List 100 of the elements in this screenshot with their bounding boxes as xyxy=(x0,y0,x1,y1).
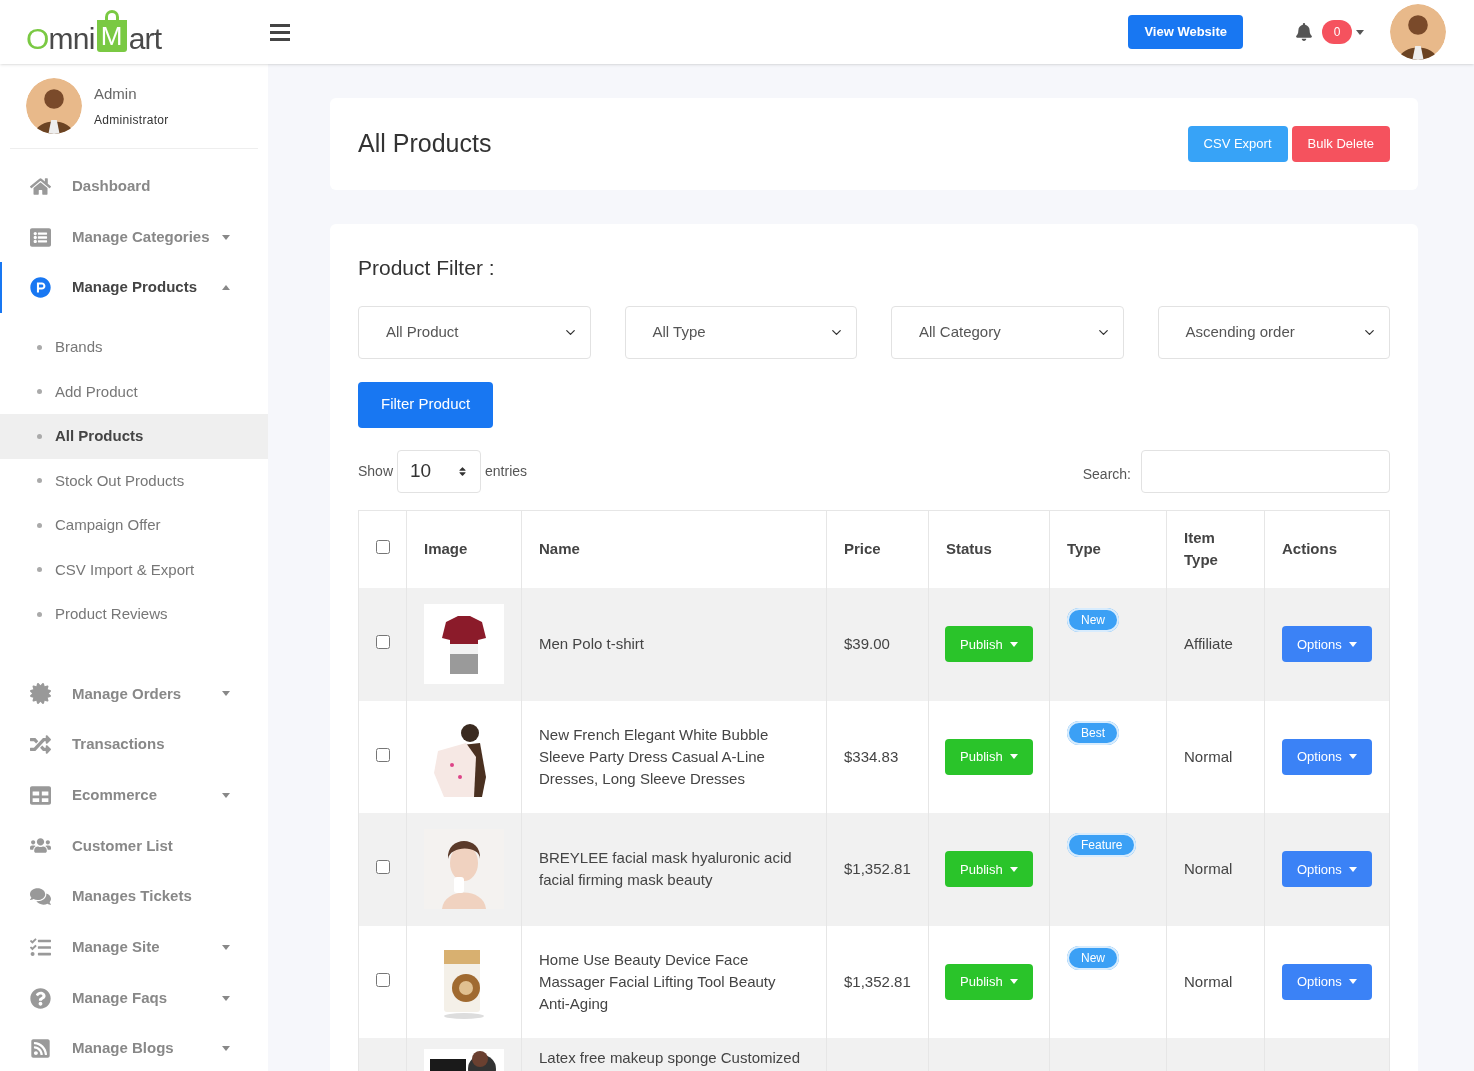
sidebar-item[interactable]: Manage Blogs xyxy=(0,1023,268,1071)
product-name: Men Polo t-shirt xyxy=(539,634,646,655)
sidebar-item[interactable]: Manages Tickets xyxy=(0,871,268,922)
logo-bag: M xyxy=(96,10,127,52)
list-icon xyxy=(30,226,51,248)
entries-label: entries xyxy=(485,461,528,481)
submenu-item[interactable]: Add Product xyxy=(0,369,268,415)
page-size-select[interactable]: 10 xyxy=(397,449,482,493)
options-dropdown[interactable]: Options xyxy=(1282,851,1372,888)
submenu-item[interactable]: All Products xyxy=(0,414,268,459)
select-all-checkbox[interactable] xyxy=(375,540,390,554)
column-header: Actions xyxy=(1282,539,1337,559)
submenu-item[interactable]: Stock Out Products xyxy=(0,458,268,504)
caret-icon xyxy=(1009,754,1018,760)
sidebar-item[interactable]: Manage Faqs xyxy=(0,972,268,1024)
caret-icon xyxy=(1348,754,1357,760)
product-name: Latex free makeup sponge Customized xyxy=(539,1048,801,1068)
status-dropdown[interactable]: Publish xyxy=(945,626,1033,663)
caret-icon xyxy=(222,285,230,291)
product-price: $334.83 xyxy=(844,747,899,765)
caret-icon xyxy=(1348,866,1357,872)
user-role: Administrator xyxy=(94,112,169,130)
sidebar-item[interactable]: Manage Orders xyxy=(0,668,268,720)
type-badge: Best xyxy=(1067,720,1119,745)
type-badge: Feature xyxy=(1067,833,1137,857)
caret-icon xyxy=(1356,29,1364,35)
options-dropdown[interactable]: Options xyxy=(1282,626,1372,663)
user-name: Admin xyxy=(94,83,138,104)
row-checkbox[interactable] xyxy=(375,635,390,649)
sidebar-item[interactable]: Dashboard xyxy=(0,161,268,212)
caret-icon xyxy=(222,691,230,697)
status-dropdown[interactable]: Publish xyxy=(945,963,1033,1000)
filter-title: Product Filter : xyxy=(358,255,496,281)
column-header: Image xyxy=(424,539,468,559)
options-dropdown[interactable]: Options xyxy=(1282,738,1372,775)
product-price: $39.00 xyxy=(844,635,890,652)
row-checkbox[interactable] xyxy=(375,972,390,987)
submenu-item[interactable]: Campaign Offer xyxy=(0,503,268,548)
submenu-item[interactable]: CSV Import & Export xyxy=(0,547,268,593)
product-name: Home Use Beauty Device Face Massager Facial Lifting Tool Beauty Anti-Aging xyxy=(539,949,777,1014)
column-header: Name xyxy=(539,539,580,559)
filter-select[interactable]: All Type xyxy=(624,305,857,359)
product-name: BREYLEE facial mask hyaluronic acid facial firming mask beauty xyxy=(539,848,793,891)
caret-icon xyxy=(222,792,230,798)
avatar xyxy=(1390,4,1446,60)
caret-icon xyxy=(1348,641,1357,647)
product-name: New French Elegant White Bubble Sleeve Party Dress Casual A-Line Dresses, Long Sleeve Dresses xyxy=(539,724,770,789)
sidebar-item[interactable]: Customer List xyxy=(0,820,268,872)
item-type: Normal xyxy=(1184,747,1233,765)
logo-text: art xyxy=(128,24,162,54)
checklist-icon xyxy=(30,936,51,958)
table-icon xyxy=(30,784,51,806)
sidebar-item[interactable]: Manage Site xyxy=(0,922,268,973)
caret-icon xyxy=(1348,979,1357,985)
options-dropdown[interactable]: Options xyxy=(1282,963,1372,1000)
type-badge: New xyxy=(1067,608,1119,632)
caret-icon xyxy=(222,234,230,240)
shuffle-icon xyxy=(30,734,51,756)
caret-icon xyxy=(222,944,230,950)
logo-text: mni xyxy=(48,24,95,54)
caret-icon xyxy=(222,1046,230,1052)
column-header: Item Type xyxy=(1184,528,1219,570)
home-icon xyxy=(30,175,51,197)
filter-product-button[interactable]: Filter Product xyxy=(358,381,494,428)
notification-icon[interactable] xyxy=(1295,23,1313,41)
sidebar-item[interactable]: Transactions xyxy=(0,719,268,770)
caret-icon xyxy=(1009,979,1018,985)
sort-icon xyxy=(457,465,469,477)
product-price: $1,352.81 xyxy=(844,972,911,990)
logo-text: O xyxy=(26,24,49,54)
submenu-item[interactable]: Brands xyxy=(0,325,268,370)
search-field[interactable] xyxy=(1141,449,1390,493)
filter-select[interactable]: All Product xyxy=(358,305,591,359)
question-icon xyxy=(30,987,51,1009)
menu-icon[interactable] xyxy=(270,23,290,41)
notification-count[interactable]: 0 xyxy=(1322,20,1352,44)
column-header: Price xyxy=(844,539,881,559)
column-header: Status xyxy=(946,539,992,559)
avatar xyxy=(26,78,82,134)
status-dropdown[interactable]: Publish xyxy=(945,738,1033,775)
item-type: Normal xyxy=(1184,860,1233,877)
filter-select[interactable]: All Category xyxy=(891,305,1124,359)
row-checkbox[interactable] xyxy=(375,860,390,874)
filter-select[interactable]: Ascending order xyxy=(1157,305,1390,359)
csv-export-button[interactable]: CSV Export xyxy=(1187,126,1288,162)
caret-icon xyxy=(222,995,230,1001)
view-website-button[interactable]: View Website xyxy=(1128,15,1243,49)
type-badge: New xyxy=(1067,945,1119,970)
item-type: Affiliate xyxy=(1184,635,1233,652)
sidebar-item[interactable]: Manage Categories xyxy=(0,211,268,263)
submenu-item[interactable]: Product Reviews xyxy=(0,592,268,637)
caret-icon xyxy=(1009,866,1018,872)
bulk-delete-button[interactable]: Bulk Delete xyxy=(1291,126,1390,162)
caret-icon xyxy=(1009,641,1018,647)
row-checkbox[interactable] xyxy=(375,747,390,762)
status-dropdown[interactable]: Publish xyxy=(945,851,1033,888)
badge-icon xyxy=(30,683,51,705)
sidebar-item[interactable]: Manage Products xyxy=(0,262,268,314)
item-type: Normal xyxy=(1184,972,1233,990)
sidebar-item[interactable]: Ecommerce xyxy=(0,769,268,821)
